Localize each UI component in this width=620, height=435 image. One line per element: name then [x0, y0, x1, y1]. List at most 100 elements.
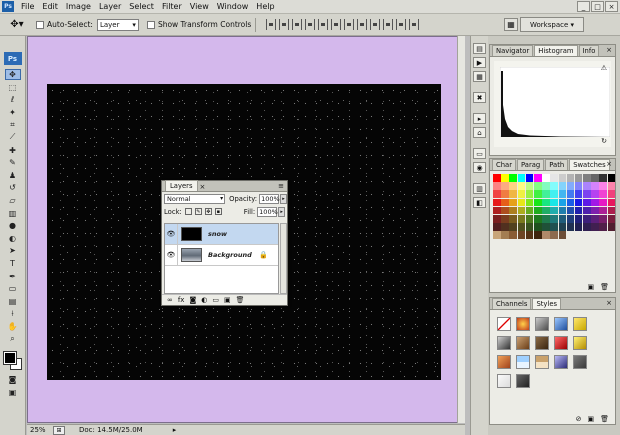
color-swatch[interactable] — [607, 206, 616, 215]
color-swatch[interactable] — [591, 174, 599, 182]
align-right-icon[interactable] — [331, 19, 342, 30]
distribute-right-icon[interactable] — [409, 19, 420, 30]
color-swatch[interactable] — [525, 190, 534, 198]
lock-image-icon[interactable]: ✎ — [194, 208, 202, 215]
color-swatch[interactable] — [550, 182, 558, 190]
magic-wand-tool-icon[interactable]: ✦ — [5, 107, 21, 118]
color-swatch[interactable] — [583, 206, 591, 215]
close-button[interactable]: × — [605, 1, 618, 12]
color-swatch[interactable] — [509, 182, 517, 190]
color-swatch[interactable] — [493, 190, 501, 198]
layer-mask-icon[interactable]: ◙ — [189, 296, 196, 304]
menu-image[interactable]: Image — [62, 2, 95, 11]
menu-select[interactable]: Select — [125, 2, 158, 11]
zoom-level[interactable]: 25% — [27, 426, 49, 434]
layer-comps-icon[interactable]: ▦ — [473, 71, 486, 82]
history-brush-tool-icon[interactable]: ↺ — [5, 182, 21, 193]
color-swatch[interactable] — [591, 206, 599, 215]
color-swatch[interactable] — [558, 190, 567, 198]
color-swatch[interactable] — [525, 223, 534, 231]
color-swatch[interactable] — [533, 190, 542, 198]
histogram-refresh-icon[interactable]: ↻ — [601, 137, 607, 145]
palette-well-icon[interactable]: ▦ — [504, 18, 518, 31]
color-swatch[interactable] — [583, 223, 591, 231]
lock-transparency-icon[interactable] — [184, 208, 192, 215]
visibility-eye-icon[interactable]: 👁 — [165, 223, 178, 245]
color-swatch[interactable] — [566, 174, 575, 182]
color-swatch[interactable] — [501, 214, 509, 223]
align-vcenter-icon[interactable] — [279, 19, 290, 30]
status-info-icon[interactable]: ⊞ — [53, 425, 65, 435]
blend-mode-dropdown[interactable]: Normal — [164, 193, 226, 204]
style-preset[interactable] — [554, 355, 568, 369]
color-swatch[interactable] — [542, 223, 550, 231]
color-swatch[interactable] — [591, 190, 599, 198]
crop-tool-icon[interactable]: ⌗ — [5, 119, 21, 130]
style-preset[interactable] — [573, 355, 587, 369]
adjustments-icon[interactable]: ◉ — [473, 162, 486, 173]
dodge-tool-icon[interactable]: ◐ — [5, 233, 21, 244]
color-swatch[interactable] — [566, 223, 575, 231]
color-swatch[interactable] — [558, 214, 567, 223]
color-swatch[interactable] — [550, 198, 558, 207]
tab-styles[interactable]: Styles — [532, 298, 562, 309]
color-swatch[interactable] — [509, 190, 517, 198]
color-swatch[interactable] — [583, 190, 591, 198]
style-preset[interactable] — [497, 374, 511, 388]
color-swatch[interactable] — [501, 223, 509, 231]
color-swatch[interactable] — [493, 182, 501, 190]
color-swatch[interactable] — [558, 174, 567, 182]
auto-select-dropdown[interactable]: Layer — [96, 18, 139, 31]
type-tool-icon[interactable]: T — [5, 258, 21, 269]
color-swatch[interactable] — [517, 206, 526, 215]
menu-help[interactable]: Help — [252, 2, 278, 11]
notes-tool-icon[interactable]: ▤ — [5, 296, 21, 307]
eraser-tool-icon[interactable]: ▱ — [5, 195, 21, 206]
opacity-arrow-icon[interactable]: ▸ — [280, 193, 287, 204]
color-swatch[interactable] — [591, 223, 599, 231]
color-swatch[interactable] — [607, 190, 616, 198]
styles-close-icon[interactable]: × — [606, 299, 612, 307]
visibility-eye-icon[interactable]: 👁 — [165, 244, 178, 266]
color-swatch[interactable] — [599, 214, 608, 223]
color-swatch[interactable] — [574, 206, 583, 215]
distribute-bottom-icon[interactable] — [370, 19, 381, 30]
move-tool-icon[interactable]: ✥ — [4, 69, 21, 80]
distribute-left-icon[interactable] — [383, 19, 394, 30]
show-transform-checkbox[interactable] — [146, 20, 155, 29]
info-icon[interactable]: ◧ — [473, 197, 486, 208]
color-swatch[interactable] — [533, 182, 542, 190]
color-swatch[interactable] — [574, 190, 583, 198]
color-swatch[interactable] — [533, 198, 542, 207]
color-swatch[interactable] — [533, 231, 542, 239]
brushes-panel-icon[interactable]: ▤ — [473, 43, 486, 54]
color-swatch[interactable] — [583, 214, 591, 223]
color-swatch[interactable] — [607, 182, 616, 190]
color-swatch[interactable] — [533, 223, 542, 231]
layers-menu-icon[interactable]: ≡ — [278, 182, 284, 190]
tab-info[interactable]: Info — [578, 45, 600, 56]
color-swatch[interactable] — [501, 174, 509, 182]
link-layers-icon[interactable]: ∞ — [167, 296, 173, 304]
color-swatch[interactable] — [501, 182, 509, 190]
workspace-button[interactable]: Workspace ▾ — [520, 17, 584, 32]
blur-tool-icon[interactable]: ● — [5, 220, 21, 231]
color-swatch[interactable] — [599, 174, 608, 182]
ps-logo-icon[interactable]: Ps — [3, 52, 22, 65]
layer-style-icon[interactable]: fx — [178, 296, 185, 304]
color-swatch[interactable] — [509, 174, 517, 182]
color-swatch[interactable] — [558, 206, 567, 215]
tab-paths[interactable]: Path — [545, 159, 569, 170]
color-swatch[interactable] — [574, 223, 583, 231]
align-hcenter-icon[interactable] — [318, 19, 329, 30]
color-swatch[interactable] — [525, 206, 534, 215]
foreground-color[interactable] — [3, 351, 17, 366]
color-swatch[interactable] — [509, 231, 517, 239]
style-preset[interactable] — [516, 355, 530, 369]
delete-layer-icon[interactable]: 🗑 — [236, 296, 245, 304]
brush-tool-icon[interactable]: ✎ — [5, 157, 21, 168]
quick-mask-icon[interactable]: ◙ — [5, 374, 21, 385]
shape-tool-icon[interactable]: ▭ — [5, 283, 21, 294]
layer-row-snow[interactable]: 👁 snow — [165, 223, 278, 245]
color-swatch[interactable] — [558, 223, 567, 231]
